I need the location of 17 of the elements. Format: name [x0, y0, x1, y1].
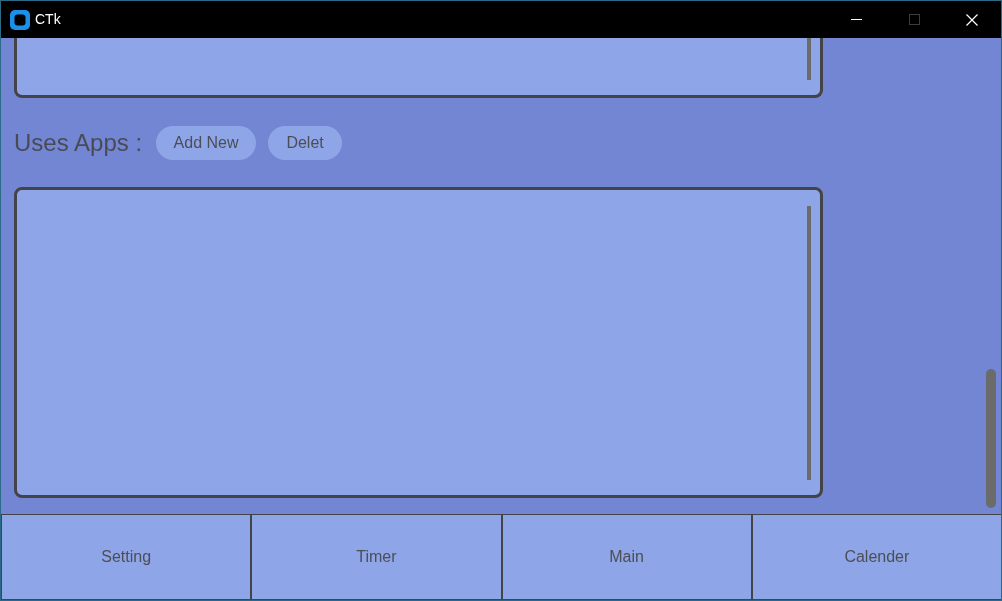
scrollbar-thumb[interactable]: [986, 369, 996, 508]
nav-tab[interactable]: Main: [502, 515, 753, 599]
nav-tab[interactable]: Timer: [252, 515, 503, 599]
maximize-icon: [908, 14, 920, 25]
scrollbar-thumb[interactable]: [807, 206, 811, 480]
text-area[interactable]: [14, 187, 823, 498]
close-icon: [966, 13, 978, 26]
nav-tab[interactable]: Calender: [752, 515, 1001, 599]
nav-tab[interactable]: Setting: [1, 515, 253, 599]
window-title: CTk: [35, 10, 61, 29]
text-area[interactable]: [14, 38, 823, 98]
delete-button[interactable]: Delet: [268, 126, 343, 160]
app-icon: [10, 9, 30, 30]
scrollbar-thumb[interactable]: [807, 38, 811, 80]
add-new-button[interactable]: Add New: [156, 126, 257, 160]
minimize-icon: [850, 19, 862, 20]
section-label: Uses Apps :: [14, 131, 143, 155]
